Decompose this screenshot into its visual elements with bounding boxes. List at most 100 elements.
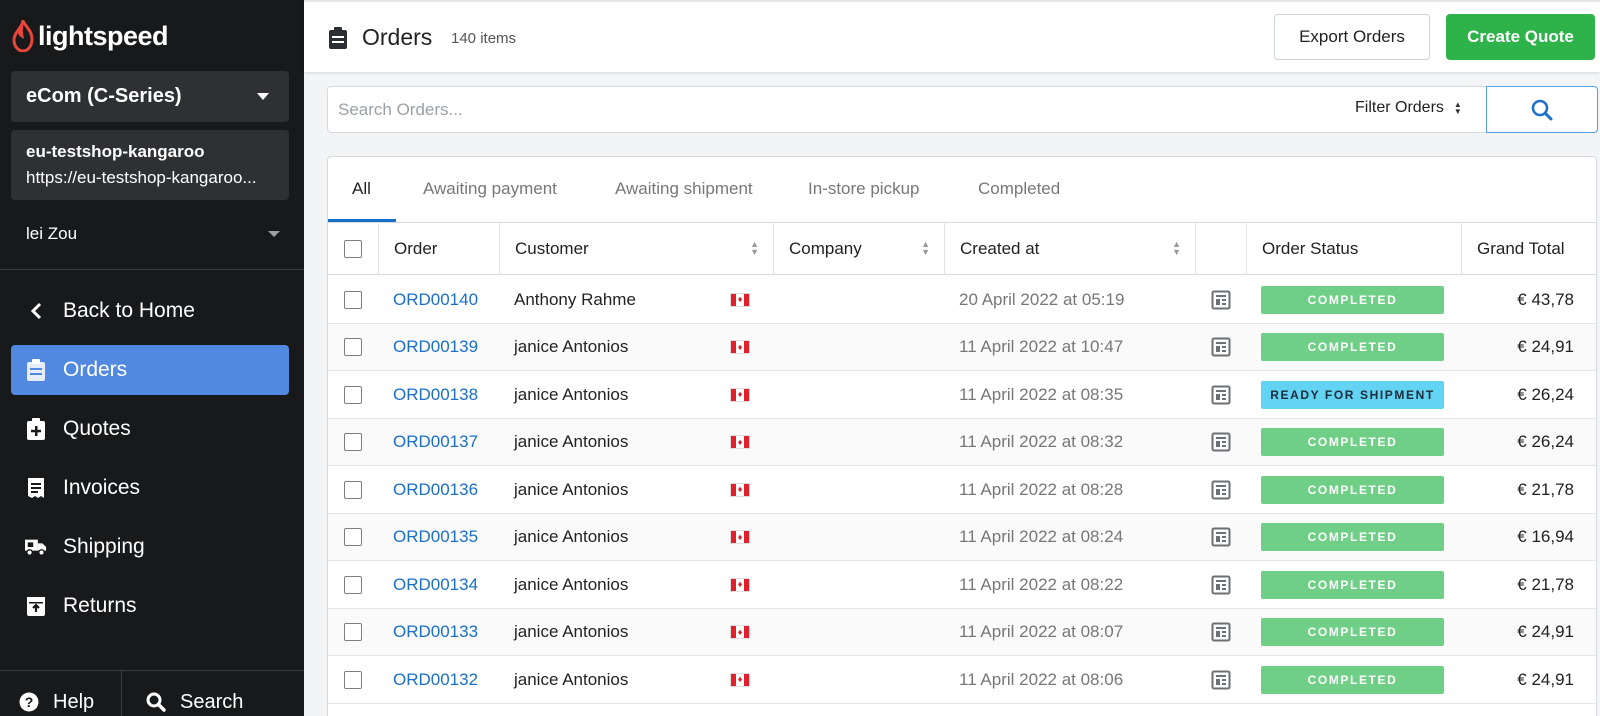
- document-icon[interactable]: [1211, 622, 1231, 642]
- lightspeed-logo[interactable]: lightspeed: [12, 20, 169, 52]
- table-row[interactable]: ORD00140 Anthony Rahme ♦ 20 April 2022 a…: [328, 276, 1596, 324]
- order-number-link[interactable]: ORD00132: [393, 670, 478, 690]
- sidebar-item-returns[interactable]: Returns: [11, 581, 289, 631]
- status-cell: COMPLETED: [1261, 466, 1444, 513]
- created-at: 11 April 2022 at 08:06: [959, 669, 1124, 689]
- table-row[interactable]: ORD00137 janice Antonios ♦ 11 April 2022…: [328, 418, 1596, 466]
- sidebar-item-invoices[interactable]: Invoices: [11, 463, 289, 513]
- order-number-cell: ORD00133: [393, 609, 478, 656]
- created-at: 11 April 2022 at 08:28: [959, 479, 1124, 499]
- grand-total: € 21,78: [1517, 574, 1574, 594]
- sort-icon[interactable]: ▲ ▼: [750, 240, 759, 257]
- sort-icon[interactable]: ▲ ▼: [921, 240, 930, 257]
- document-icon[interactable]: [1211, 480, 1231, 500]
- row-checkbox[interactable]: [344, 670, 362, 689]
- row-checkbox[interactable]: [344, 528, 362, 546]
- order-number-link[interactable]: ORD00138: [393, 385, 478, 405]
- table-row[interactable]: ORD00133 janice Antonios ♦ 11 April 2022…: [328, 608, 1596, 656]
- row-checkbox-cell: [344, 561, 362, 608]
- row-checkbox[interactable]: [344, 480, 362, 499]
- document-icon[interactable]: [1211, 432, 1231, 452]
- sidebar-item-label: Shipping: [63, 535, 145, 558]
- shop-url[interactable]: https://eu-testshop-kangaroo...: [26, 168, 274, 188]
- tab-completed[interactable]: Completed: [978, 179, 1060, 199]
- row-checkbox[interactable]: [344, 290, 362, 309]
- filter-orders-label: Filter Orders: [1355, 99, 1444, 116]
- filter-orders-select[interactable]: Filter Orders ▲ ▼: [1355, 99, 1462, 117]
- column-customer-label: Customer: [515, 239, 589, 258]
- column-customer[interactable]: Customer ▲ ▼: [499, 223, 773, 275]
- grand-total: € 26,24: [1517, 432, 1574, 451]
- table-row[interactable]: ORD00136 janice Antonios ♦ 11 April 2022…: [328, 466, 1596, 514]
- row-checkbox[interactable]: [344, 385, 362, 404]
- sidebar-item-back-to-home[interactable]: Back to Home: [11, 286, 289, 336]
- document-icon[interactable]: [1211, 290, 1231, 310]
- customer-cell: janice Antonios: [514, 514, 628, 561]
- row-checkbox[interactable]: [344, 575, 362, 594]
- document-icon[interactable]: [1211, 385, 1231, 405]
- grand-total: € 24,91: [1517, 622, 1574, 641]
- table-row[interactable]: ORD00134 janice Antonios ♦ 11 April 2022…: [328, 561, 1596, 609]
- tab-awaiting-shipment[interactable]: Awaiting shipment: [615, 179, 753, 199]
- order-number-cell: ORD00136: [393, 466, 478, 513]
- order-number-link[interactable]: ORD00139: [393, 337, 478, 357]
- customer-name: janice Antonios: [514, 479, 629, 499]
- grand-total: € 26,24: [1517, 384, 1574, 404]
- table-row[interactable]: ORD00139 janice Antonios ♦ 11 April 2022…: [328, 323, 1596, 371]
- sort-icon[interactable]: ▲ ▼: [1172, 240, 1181, 257]
- column-company[interactable]: Company ▲ ▼: [773, 223, 944, 275]
- search-icon: [1531, 99, 1553, 120]
- shop-selector[interactable]: eCom (C-Series): [11, 71, 289, 122]
- order-number-link[interactable]: ORD00134: [393, 575, 478, 595]
- sidebar-item-label: Quotes: [63, 417, 131, 440]
- row-checkbox[interactable]: [344, 338, 362, 356]
- column-created-at[interactable]: Created at ▲ ▼: [944, 223, 1195, 275]
- sidebar-item-label: Orders: [63, 358, 128, 381]
- order-number-cell: ORD00132: [393, 656, 478, 703]
- help-icon: ?: [19, 692, 39, 712]
- document-icon[interactable]: [1211, 575, 1231, 595]
- search-bar: Filter Orders ▲▼: [327, 86, 1598, 133]
- active-tab-indicator: [328, 219, 396, 222]
- document-cell: [1211, 561, 1231, 608]
- search-button[interactable]: Search: [146, 690, 243, 714]
- table-row[interactable]: ORD00135 janice Antonios ♦ 11 April 2022…: [328, 513, 1596, 561]
- sort-arrows-icon: ▲ ▼: [1453, 100, 1462, 116]
- row-checkbox[interactable]: [344, 433, 362, 451]
- sidebar-item-shipping[interactable]: Shipping: [11, 522, 289, 572]
- document-icon[interactable]: [1211, 670, 1231, 690]
- order-tabs: All Awaiting payment Awaiting shipment I…: [328, 157, 1596, 223]
- create-quote-button[interactable]: Create Quote: [1446, 14, 1595, 60]
- help-button[interactable]: ? Help: [19, 690, 94, 714]
- tab-in-store-pickup[interactable]: In-store pickup: [808, 179, 920, 199]
- order-number-cell: ORD00140: [393, 276, 478, 323]
- document-icon[interactable]: [1211, 337, 1231, 357]
- row-checkbox[interactable]: [344, 623, 362, 641]
- created-at: 11 April 2022 at 10:47: [959, 337, 1124, 356]
- table-row[interactable]: ORD00138 janice Antonios ♦ 11 April 2022…: [328, 371, 1596, 419]
- export-orders-button[interactable]: Export Orders: [1274, 14, 1430, 60]
- status-badge: COMPLETED: [1261, 333, 1444, 361]
- tab-awaiting-payment[interactable]: Awaiting payment: [423, 179, 557, 199]
- order-number-link[interactable]: ORD00137: [393, 432, 478, 452]
- clipboard-icon: [25, 359, 47, 381]
- search-submit-button[interactable]: [1486, 86, 1598, 133]
- customer-name: janice Antonios: [514, 527, 629, 546]
- sidebar-item-quotes[interactable]: Quotes: [11, 404, 289, 454]
- select-all-checkbox[interactable]: [344, 240, 362, 258]
- user-menu[interactable]: lei Zou: [26, 222, 280, 246]
- order-number-link[interactable]: ORD00140: [393, 290, 478, 310]
- order-number-link[interactable]: ORD00136: [393, 480, 478, 500]
- order-number-link[interactable]: ORD00135: [393, 527, 478, 547]
- search-input[interactable]: [338, 87, 1298, 132]
- flame-icon: [12, 20, 34, 52]
- created-at-cell: 11 April 2022 at 08:28: [959, 466, 1123, 513]
- country-flag-cell: ♦: [730, 609, 750, 656]
- grand-total: € 24,91: [1517, 669, 1574, 689]
- tab-all[interactable]: All: [352, 179, 371, 199]
- sidebar-item-orders[interactable]: Orders: [11, 345, 289, 395]
- status-cell: COMPLETED: [1261, 324, 1444, 371]
- table-row[interactable]: ORD00132 janice Antonios ♦ 11 April 2022…: [328, 656, 1596, 704]
- document-icon[interactable]: [1211, 527, 1231, 547]
- order-number-link[interactable]: ORD00133: [393, 622, 478, 642]
